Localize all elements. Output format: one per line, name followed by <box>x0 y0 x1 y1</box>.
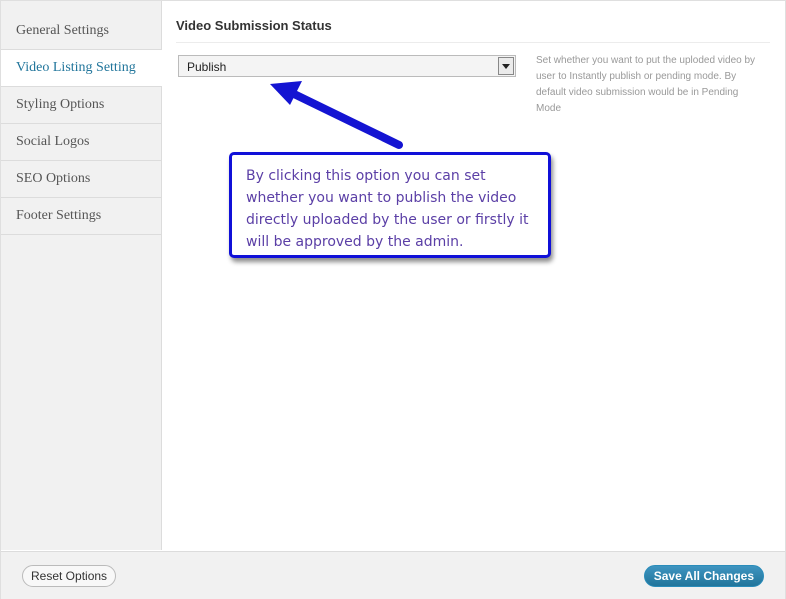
annotation-arrow-icon <box>270 81 403 149</box>
sidebar: General Settings Video Listing Setting S… <box>1 1 162 550</box>
sidebar-item-footer-settings[interactable]: Footer Settings <box>1 198 161 235</box>
sidebar-item-seo-options[interactable]: SEO Options <box>1 161 161 198</box>
sidebar-item-social-logos[interactable]: Social Logos <box>1 124 161 161</box>
annotation-callout: By clicking this option you can set whet… <box>229 152 551 258</box>
sidebar-item-video-listing-setting[interactable]: Video Listing Setting <box>1 50 162 87</box>
callout-text: By clicking this option you can set whet… <box>246 168 529 250</box>
settings-panel: General Settings Video Listing Setting S… <box>0 0 786 599</box>
footer-bar: Reset Options Save All Changes <box>1 551 785 599</box>
save-all-changes-button[interactable]: Save All Changes <box>643 565 764 587</box>
sidebar-nav: General Settings Video Listing Setting S… <box>1 1 162 235</box>
sidebar-item-styling-options[interactable]: Styling Options <box>1 87 161 124</box>
sidebar-item-general-settings[interactable]: General Settings <box>1 13 161 50</box>
main-content: Video Submission Status Publish Set whet… <box>162 1 785 550</box>
reset-options-button[interactable]: Reset Options <box>22 565 117 587</box>
